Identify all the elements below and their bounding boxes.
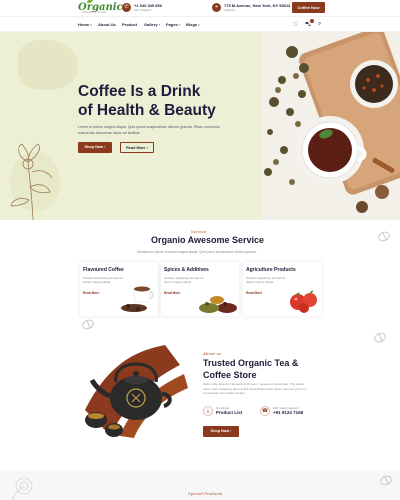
phone-contact[interactable]: ✆ +1 540 345 856 24/7 Support xyxy=(122,3,162,12)
hero-title: Coffee Is a Drink of Health & Beauty xyxy=(78,82,258,120)
top-header: Organico ORGANIC FOOD ✆ +1 540 345 856 2… xyxy=(0,0,400,16)
coffee-now-button[interactable]: Coffee Now xyxy=(292,2,325,13)
main-nav: Home▾ About Us Product Gallery▾ Pages▾ B… xyxy=(0,16,400,32)
chevron-down-icon: ▾ xyxy=(158,23,161,27)
card-title: Spices & Additives xyxy=(164,267,209,273)
card-title: Agriculture Products xyxy=(246,267,296,273)
nav-about[interactable]: About Us xyxy=(98,22,116,27)
services-title: Organio Awesome Service xyxy=(151,235,265,245)
button-label: Shop Now xyxy=(84,145,104,149)
hero-title-line: of Health & Beauty xyxy=(78,102,216,119)
headset-icon: ☎ xyxy=(260,406,270,416)
nav-label: Product xyxy=(122,22,138,27)
phone-icon: ✆ xyxy=(122,3,131,12)
shop-now-button[interactable]: Shop Now › xyxy=(78,142,112,153)
heart-icon[interactable]: ♡ xyxy=(293,21,298,28)
nav-blogs[interactable]: Blogs▾ xyxy=(186,22,200,27)
chevron-down-icon: ▾ xyxy=(90,23,92,27)
hero-tea-image xyxy=(262,32,400,220)
hero-title-line: Coffee Is a Drink xyxy=(78,83,201,100)
service-card-agriculture[interactable]: Agriculture Products Gredme adipiscing e… xyxy=(243,262,322,316)
search-icon[interactable]: ⌕ xyxy=(318,21,321,28)
nav-label: Gallery xyxy=(144,22,158,27)
cart-badge xyxy=(310,19,314,23)
chevron-down-icon: ▾ xyxy=(198,23,200,27)
service-card-spices[interactable]: Spices & Additives Gredme adipiscing eli… xyxy=(161,262,239,316)
nav-gallery[interactable]: Gallery▾ xyxy=(144,22,160,27)
logo-tagline: ORGANIC FOOD xyxy=(82,11,107,14)
coffee-bean-icon xyxy=(80,317,96,332)
chevron-down-icon: ▾ xyxy=(178,23,181,27)
coffee-cup-icon xyxy=(121,286,154,312)
card-read-more[interactable]: Read More xyxy=(246,291,262,295)
hero-section: Coffee Is a Drink of Health & Beauty Lor… xyxy=(0,32,400,220)
about-title-line: Coffee Store xyxy=(203,370,257,380)
spices-icon xyxy=(199,296,237,313)
card-read-more[interactable]: Read More xyxy=(164,291,180,295)
flower-sketch-icon xyxy=(11,477,33,500)
feature-title: +91 9124 7168 xyxy=(273,410,304,415)
special-products-section: Special Products xyxy=(0,470,400,500)
download-icon: ⤓ xyxy=(203,406,213,416)
nav-home[interactable]: Home▾ xyxy=(78,22,92,27)
flower-sketch-icon xyxy=(10,143,53,220)
about-sub-label: About us xyxy=(203,351,221,356)
teapot-image xyxy=(80,340,190,440)
nav-label: Pages xyxy=(166,22,178,27)
card-read-more[interactable]: Read More xyxy=(83,291,99,295)
coffee-bean-icon xyxy=(372,330,388,345)
tomato-icon xyxy=(290,290,317,313)
special-products-label: Special Products xyxy=(188,491,223,496)
coffee-bean-icon xyxy=(376,229,392,244)
service-card-coffee[interactable]: Flavoured Coffee Gredme adipiscing elit … xyxy=(80,262,158,316)
hero-text: Lorem et dolore magna aliqua. Quis ipsum… xyxy=(78,125,220,135)
support-phone[interactable]: ☎ 24/7 Hours support +91 9124 7168 xyxy=(260,406,303,416)
address-sub: Address xyxy=(224,8,236,12)
nav-pages[interactable]: Pages▾ xyxy=(166,22,180,27)
nav-product[interactable]: Product xyxy=(122,22,137,27)
card-text: Gredme adipiscing elit sed do dolore mag… xyxy=(246,276,286,284)
about-title: Trusted Organic Tea & Coffee Store xyxy=(203,357,313,381)
nav-label: Home xyxy=(78,22,90,27)
decor-blob xyxy=(18,40,78,90)
button-label: Read More xyxy=(126,146,146,150)
services-text: Incididunt ut labore et dolore magna ali… xyxy=(137,250,257,254)
coffee-bean-icon xyxy=(378,473,394,488)
address-contact: ⌖ 775 M Avenue, New York, NY 98614 Addre… xyxy=(212,3,290,12)
download-product-list[interactable]: ⤓ Download Product List xyxy=(203,406,242,416)
about-shop-now-button[interactable]: Shop Now › xyxy=(203,426,239,437)
read-more-button[interactable]: Read More › xyxy=(120,142,154,153)
card-title: Flavoured Coffee xyxy=(83,267,124,273)
services-sub-label: Service xyxy=(191,229,207,234)
nav-label: About Us xyxy=(98,22,116,27)
nav-label: Blogs xyxy=(186,22,198,27)
feature-title: Product List xyxy=(216,410,243,415)
phone-sub: 24/7 Support xyxy=(134,8,152,12)
about-title-line: Trusted Organic Tea & xyxy=(203,358,299,368)
about-text: Solem ulla, aspere in tempore ut do porr… xyxy=(203,382,307,395)
button-label: Shop Now xyxy=(210,429,230,433)
location-icon: ⌖ xyxy=(212,3,221,12)
